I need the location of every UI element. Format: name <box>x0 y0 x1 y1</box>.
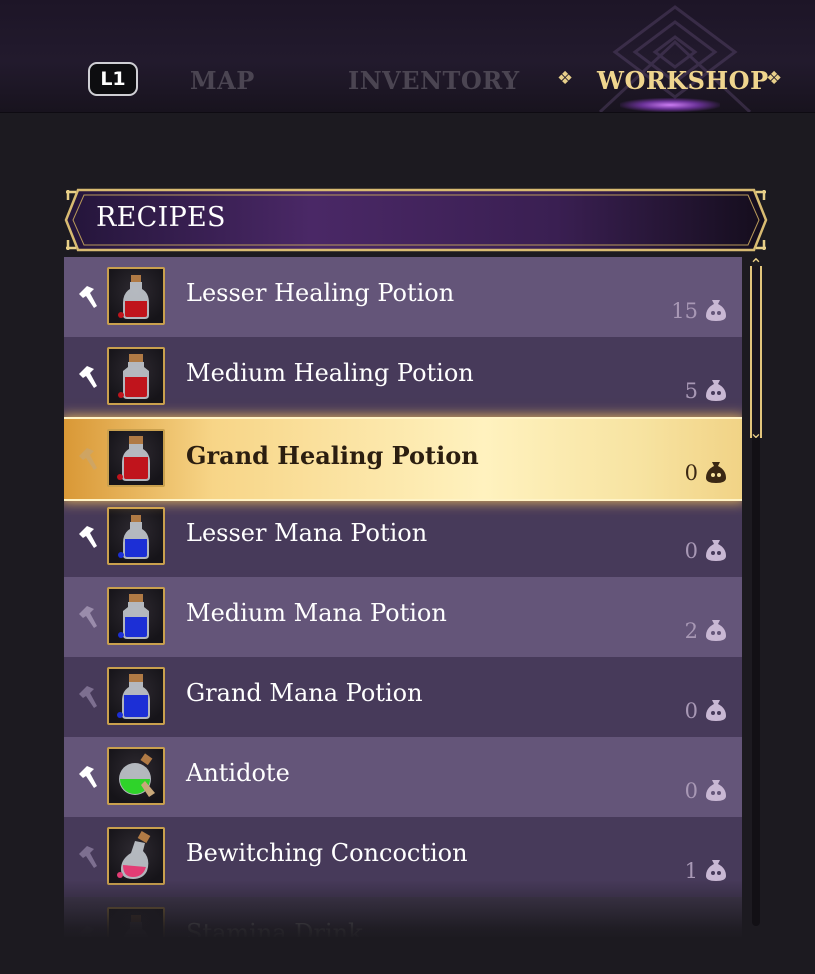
recipe-count: 15 <box>671 299 698 323</box>
pouch-icon <box>706 700 726 721</box>
top-nav-bar: L1 MAP INVENTORY ❖ WORKSHOP ❖ <box>0 0 815 113</box>
recipe-list: Lesser Healing Potion 15 Medium Healing … <box>64 257 742 937</box>
red-potion-vial-icon <box>107 267 165 325</box>
recipe-count: 1 <box>684 859 698 883</box>
blue-potion-bottle-icon <box>107 587 165 645</box>
hammer-icon <box>79 606 97 628</box>
pouch-icon <box>706 300 726 321</box>
hammer-icon <box>79 686 97 708</box>
blue-potion-flask-icon <box>107 667 165 725</box>
recipe-name: Medium Healing Potion <box>186 359 474 387</box>
hammer-icon <box>79 526 97 548</box>
hammer-icon <box>79 286 97 308</box>
recipe-count: 5 <box>684 379 698 403</box>
blue-potion-vial-icon <box>107 507 165 565</box>
recipes-header: RECIPES <box>64 188 768 252</box>
recipe-count: 0 <box>684 461 698 485</box>
recipe-count: 0 <box>684 779 698 803</box>
recipe-list-scrollbar[interactable]: ⌃ ⌄ <box>745 257 767 940</box>
hammer-icon <box>79 846 97 868</box>
tab-inventory[interactable]: INVENTORY <box>348 62 520 100</box>
recipe-row-grand-mana-potion[interactable]: Grand Mana Potion 0 <box>64 657 742 737</box>
recipe-count: 0 <box>684 699 698 723</box>
tab-map[interactable]: MAP <box>190 62 255 100</box>
red-potion-bottle-icon <box>107 347 165 405</box>
tab-workshop[interactable]: WORKSHOP <box>597 62 769 100</box>
green-potion-round-icon <box>107 747 165 805</box>
recipe-row-medium-mana-potion[interactable]: Medium Mana Potion 2 <box>64 577 742 657</box>
recipe-name: Lesser Healing Potion <box>186 279 455 307</box>
recipe-name: Antidote <box>186 759 290 787</box>
recipes-title: RECIPES <box>96 202 226 233</box>
recipe-row-lesser-mana-potion[interactable]: Lesser Mana Potion 0 <box>64 497 742 577</box>
recipe-row-medium-healing-potion[interactable]: Medium Healing Potion 5 <box>64 337 742 417</box>
scrollbar-thumb[interactable] <box>750 266 762 438</box>
pink-potion-jug-icon <box>107 827 165 885</box>
recipe-row-bewitching-concoction[interactable]: Bewitching Concoction 1 <box>64 817 742 897</box>
recipe-row-stamina-drink[interactable]: Stamina Drink <box>64 897 742 937</box>
recipe-name: Medium Mana Potion <box>186 599 447 627</box>
pouch-icon <box>706 780 726 801</box>
pouch-icon <box>706 540 726 561</box>
active-tab-marker-right-icon: ❖ <box>766 68 783 89</box>
hammer-icon <box>79 926 94 937</box>
recipe-count: 0 <box>684 539 698 563</box>
red-potion-flask-icon <box>107 429 165 487</box>
recipe-name: Grand Mana Potion <box>186 679 423 707</box>
recipe-count: 2 <box>684 619 698 643</box>
recipe-row-antidote[interactable]: Antidote 0 <box>64 737 742 817</box>
chevron-down-icon[interactable]: ⌄ <box>746 425 766 441</box>
chevron-up-icon[interactable]: ⌃ <box>746 257 766 273</box>
recipe-name: Lesser Mana Potion <box>186 519 428 547</box>
pouch-icon <box>706 380 726 401</box>
pouch-icon <box>706 620 726 641</box>
recipe-name: Stamina Drink <box>186 919 363 937</box>
hammer-icon <box>79 448 97 470</box>
dark-potion-bottle-icon <box>107 907 165 937</box>
hammer-icon <box>79 766 97 788</box>
recipe-row-lesser-healing-potion[interactable]: Lesser Healing Potion 15 <box>64 257 742 337</box>
pouch-icon <box>706 462 726 483</box>
l1-shoulder-button-hint[interactable]: L1 <box>88 62 138 96</box>
recipe-row-grand-healing-potion[interactable]: Grand Healing Potion 0 <box>64 417 742 501</box>
recipe-name: Grand Healing Potion <box>186 441 479 470</box>
recipe-name: Bewitching Concoction <box>186 839 468 867</box>
hammer-icon <box>79 366 97 388</box>
active-tab-glow <box>620 98 720 112</box>
pouch-icon <box>706 860 726 881</box>
active-tab-marker-left-icon: ❖ <box>557 68 574 89</box>
